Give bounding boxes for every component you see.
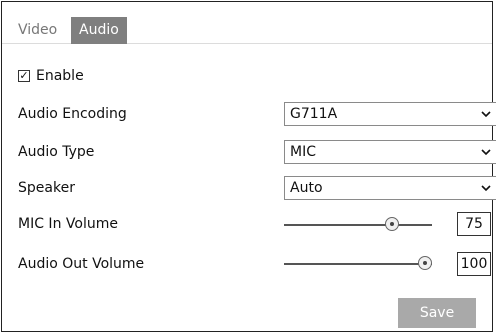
audio-settings-panel: Video Audio ✓ Enable Audio Encoding G711… (1, 1, 496, 332)
audio-type-value: MIC (290, 144, 316, 160)
enable-row[interactable]: ✓ Enable (18, 68, 84, 84)
speaker-select[interactable]: Auto (284, 176, 496, 200)
tab-video[interactable]: Video (10, 17, 65, 44)
chevron-down-icon (481, 149, 491, 156)
audio-out-volume-label: Audio Out Volume (18, 256, 145, 272)
speaker-value: Auto (290, 180, 323, 196)
audio-type-select[interactable]: MIC (284, 140, 496, 164)
mic-in-volume-input[interactable]: 75 (457, 212, 491, 236)
enable-checkbox[interactable]: ✓ (18, 70, 30, 82)
audio-encoding-select[interactable]: G711A (284, 102, 496, 126)
tab-bar: Video Audio (2, 2, 492, 44)
speaker-label: Speaker (18, 180, 75, 196)
audio-out-volume-slider-track[interactable] (284, 263, 432, 265)
tab-audio[interactable]: Audio (71, 17, 127, 44)
mic-in-volume-slider-track[interactable] (284, 224, 432, 226)
chevron-down-icon (481, 185, 491, 192)
audio-type-label: Audio Type (18, 144, 95, 160)
enable-label: Enable (36, 68, 84, 84)
mic-in-volume-slider-thumb[interactable] (384, 217, 399, 231)
audio-out-volume-slider-thumb[interactable] (418, 256, 432, 270)
chevron-down-icon (481, 111, 491, 118)
save-button[interactable]: Save (398, 298, 476, 328)
mic-in-volume-label: MIC In Volume (18, 216, 118, 232)
audio-encoding-label: Audio Encoding (18, 106, 127, 122)
audio-out-volume-input[interactable]: 100 (457, 252, 491, 276)
audio-encoding-value: G711A (290, 106, 338, 122)
